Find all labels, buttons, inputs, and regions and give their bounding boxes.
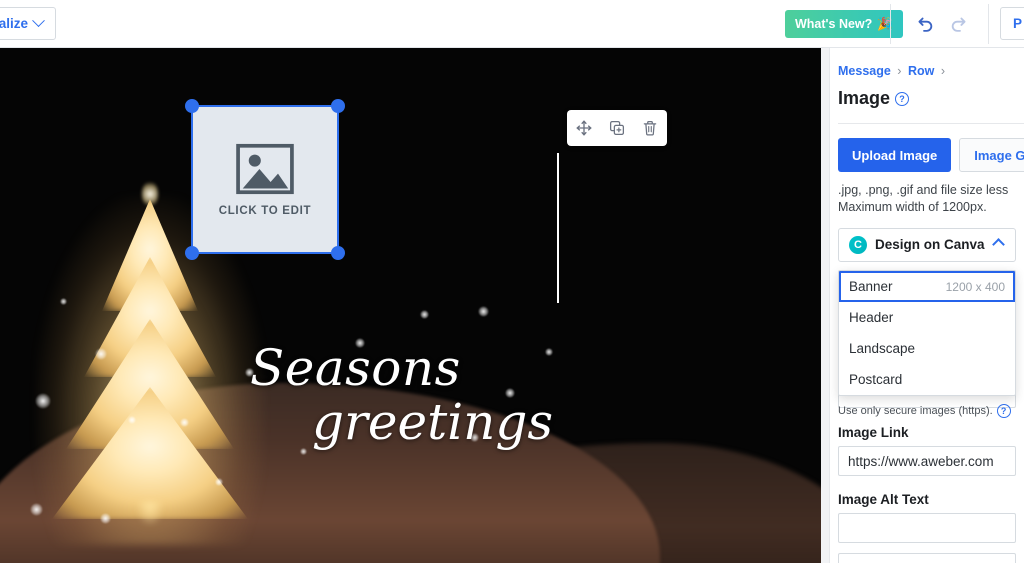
canva-logo-icon: C	[849, 235, 867, 254]
image-link-label: Image Link	[838, 425, 909, 440]
canva-option-postcard[interactable]: Postcard	[839, 364, 1015, 395]
page-title: Image	[838, 88, 891, 108]
snowflake	[100, 513, 111, 524]
trash-icon	[644, 120, 657, 136]
personalize-wrapper: Personalize	[0, 7, 57, 40]
image-link-field-group: Image Link	[838, 425, 1016, 476]
click-to-edit-label: CLICK TO EDIT	[218, 204, 312, 217]
preview-label: P	[1013, 16, 1023, 31]
snowflake	[35, 393, 51, 409]
chevron-down-icon	[32, 14, 45, 28]
duplicate-element-button[interactable]	[604, 115, 630, 141]
resize-handle-top-right[interactable]	[331, 99, 345, 113]
undo-icon	[918, 17, 933, 32]
canva-option-label: Banner	[849, 279, 893, 294]
snowflake	[215, 478, 223, 486]
personalize-label: Personalize	[0, 16, 29, 31]
breadcrumb-separator: ›	[897, 64, 902, 78]
image-alt-field-group: Image Alt Text	[838, 492, 1016, 543]
image-alt-text-label: Image Alt Text	[838, 492, 929, 507]
whats-new-button[interactable]: What's New? 🎉	[785, 10, 903, 38]
email-canvas[interactable]: Seasons greetings	[0, 48, 821, 563]
panel-divider	[838, 123, 1024, 124]
snowflake	[355, 338, 365, 348]
snowflake	[245, 368, 254, 377]
secure-note-text: Use only secure images (https).	[838, 405, 993, 417]
panel-gutter	[821, 48, 829, 563]
design-on-canva-select[interactable]: C Design on Canva	[838, 227, 1016, 262]
help-icon[interactable]: ?	[996, 404, 1011, 418]
image-placeholder-block[interactable]: CLICK TO EDIT	[191, 105, 339, 254]
undo-button[interactable]	[908, 8, 940, 40]
image-link-input[interactable]	[838, 446, 1016, 476]
chevron-up-icon	[992, 238, 1005, 252]
snowflake	[300, 448, 307, 455]
resize-handle-top-left[interactable]	[185, 99, 199, 113]
snowflake	[95, 348, 107, 360]
preview-button[interactable]: P	[1000, 7, 1024, 40]
resize-handle-bottom-left[interactable]	[185, 246, 199, 260]
snowflake	[60, 298, 67, 305]
image-source-buttons: Upload Image Image G	[838, 138, 1024, 172]
help-icon[interactable]: ?	[895, 91, 910, 106]
upload-image-button[interactable]: Upload Image	[838, 138, 952, 172]
toolbar-divider-1	[890, 4, 891, 44]
canva-option-label: Header	[849, 310, 894, 325]
breadcrumb-item-row[interactable]: Row	[908, 64, 934, 78]
redo-button[interactable]	[944, 8, 976, 40]
top-toolbar: Personalize What's New? 🎉 P	[0, 0, 1024, 48]
canva-size-dropdown: Banner 1200 x 400 Header Landscape Postc…	[838, 270, 1016, 396]
canva-option-banner[interactable]: Banner 1200 x 400	[839, 271, 1015, 302]
resize-handle-bottom-right[interactable]	[331, 246, 345, 260]
delete-element-button[interactable]	[637, 115, 663, 141]
snowflake	[505, 388, 515, 398]
personalize-button[interactable]: Personalize	[0, 7, 57, 40]
next-field-input[interactable]	[838, 553, 1016, 563]
canva-option-dimensions: 1200 x 400	[945, 279, 1005, 294]
snowflake	[478, 306, 489, 317]
image-gallery-button[interactable]: Image G	[959, 138, 1024, 172]
snowflake	[545, 348, 553, 356]
snowflake	[420, 310, 429, 319]
image-alt-text-input[interactable]	[838, 513, 1016, 543]
redo-icon	[951, 17, 966, 32]
tree-tier-4	[52, 387, 248, 519]
panel-title: Image ?	[838, 88, 1024, 109]
image-editor-app: Personalize What's New? 🎉 P	[0, 0, 1024, 563]
hint-line-2: Maximum width of 1200px.	[838, 199, 987, 214]
hint-line-1: .jpg, .png, .gif and file size less	[838, 183, 1009, 197]
canva-option-header[interactable]: Header	[839, 302, 1015, 333]
christmas-tree	[52, 181, 248, 525]
snowflake	[30, 503, 43, 516]
move-element-button[interactable]	[571, 115, 597, 141]
design-on-canva-label: Design on Canva	[875, 237, 985, 253]
secure-images-note: Use only secure images (https). ?	[838, 404, 1011, 418]
column-divider-rule	[557, 153, 559, 303]
toolbar-divider-2	[988, 4, 989, 44]
file-type-hint: .jpg, .png, .gif and file size less Maxi…	[838, 182, 1024, 216]
image-placeholder-icon	[236, 143, 294, 194]
whats-new-label: What's New?	[795, 17, 873, 31]
canva-option-label: Landscape	[849, 341, 916, 356]
tree-trunk	[137, 501, 163, 525]
canva-option-landscape[interactable]: Landscape	[839, 333, 1015, 364]
breadcrumb-item-message[interactable]: Message	[838, 64, 891, 78]
duplicate-icon	[609, 120, 624, 136]
snowflake	[128, 416, 136, 424]
snowflake	[180, 418, 189, 427]
breadcrumb: Message › Row ›	[838, 64, 1024, 78]
element-float-toolbar	[567, 110, 667, 146]
snowflake	[470, 433, 479, 442]
holiday-background-image: Seasons greetings	[0, 48, 821, 563]
breadcrumb-separator: ›	[940, 64, 945, 78]
move-icon	[576, 120, 592, 136]
canva-option-label: Postcard	[849, 372, 903, 387]
